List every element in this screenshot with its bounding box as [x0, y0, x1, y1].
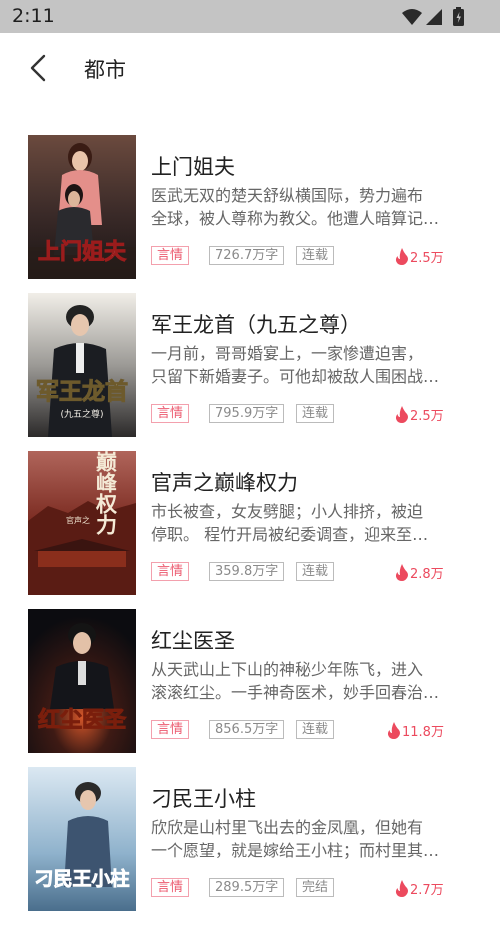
cover-title-text: 军王龙首 — [36, 378, 128, 405]
description-line: 从天武山上下山的神秘少年陈飞，进入 — [151, 660, 424, 679]
cover-subtitle-text: (九五之尊) — [60, 408, 103, 420]
popularity: 2.5万 — [395, 246, 444, 266]
status-tag: 连载 — [296, 720, 335, 739]
book-item[interactable]: 巅峰权力 官声之 官声之巅峰权力 市长被查，女友劈腿；小人排挤，被迫 停职。 程… — [0, 451, 500, 609]
book-cover[interactable]: 上门姐夫 — [28, 135, 136, 279]
book-cover[interactable]: 红尘医圣 — [28, 609, 136, 753]
book-description: 市长被查，女友劈腿；小人排挤，被迫 停职。 程竹开局被纪委调查，迎来至… — [151, 500, 471, 546]
popularity-count: 2.5万 — [410, 408, 444, 424]
genre-tag: 言情 — [151, 404, 190, 423]
genre-tag: 言情 — [151, 562, 190, 581]
book-cover[interactable]: 巅峰权力 官声之 — [28, 451, 136, 595]
book-item[interactable]: 红尘医圣 红尘医圣 从天武山上下山的神秘少年陈飞，进入 滚滚红尘。一手神奇医术，… — [0, 609, 500, 767]
description-line: 医武无双的楚天舒纵横国际，势力遍布 — [151, 186, 424, 205]
page-title: 都市 — [84, 58, 126, 82]
status-bar: 2:11 — [0, 0, 500, 33]
battery-icon — [453, 7, 464, 26]
app-header: 都市 — [0, 33, 500, 103]
status-tag: 完结 — [296, 878, 335, 897]
cover-title-text: 上门姐夫 — [38, 239, 127, 265]
popularity-count: 2.8万 — [410, 566, 444, 582]
book-cover[interactable]: 刁民王小柱 — [28, 767, 136, 911]
genre-tag: 言情 — [151, 720, 190, 739]
back-arrow-icon[interactable] — [22, 51, 56, 85]
genre-tag: 言情 — [151, 878, 190, 897]
book-description: 欣欣是山村里飞出去的金凤凰，但她有 一个愿望，就是嫁给王小柱；而村里其… — [151, 816, 471, 862]
cover-subtitle-text: 官声之 — [66, 515, 90, 525]
description-line: 滚滚红尘。一手神奇医术，妙手回春治… — [151, 683, 440, 702]
book-title: 刁民王小柱 — [151, 787, 256, 811]
description-line: 一月前，哥哥婚宴上，一家惨遭迫害， — [151, 344, 424, 363]
book-item[interactable]: 军王龙首 (九五之尊) 军王龙首（九五之尊） 一月前，哥哥婚宴上，一家惨遭迫害，… — [0, 293, 500, 451]
genre-tag: 言情 — [151, 246, 190, 265]
status-time: 2:11 — [12, 5, 55, 27]
word-count-tag: 289.5万字 — [209, 878, 285, 897]
book-item[interactable]: 刁民王小柱 刁民王小柱 欣欣是山村里飞出去的金凤凰，但她有 一个愿望，就是嫁给王… — [0, 767, 500, 925]
flame-icon — [395, 405, 408, 423]
book-description: 医武无双的楚天舒纵横国际，势力遍布 全球，被人尊称为教父。他遭人暗算记… — [151, 184, 471, 230]
signal-icon — [426, 9, 442, 25]
cover-title-text: 刁民王小柱 — [34, 867, 129, 890]
popularity-count: 11.8万 — [402, 724, 444, 740]
status-tag: 连载 — [296, 246, 335, 265]
popularity: 2.8万 — [395, 562, 444, 582]
word-count-tag: 856.5万字 — [209, 720, 285, 739]
description-line: 全球，被人尊称为教父。他遭人暗算记… — [151, 209, 440, 228]
cover-title-text: 红尘医圣 — [38, 707, 127, 733]
word-count-tag: 359.8万字 — [209, 562, 285, 581]
book-title: 红尘医圣 — [151, 629, 235, 653]
popularity: 11.8万 — [387, 720, 444, 740]
description-line: 停职。 程竹开局被纪委调查，迎来至… — [151, 525, 429, 544]
flame-icon — [395, 563, 408, 581]
popularity-count: 2.5万 — [410, 250, 444, 266]
flame-icon — [387, 721, 400, 739]
word-count-tag: 726.7万字 — [209, 246, 285, 265]
book-item[interactable]: 上门姐夫 上门姐夫 医武无双的楚天舒纵横国际，势力遍布 全球，被人尊称为教父。他… — [0, 135, 500, 293]
flame-icon — [395, 247, 408, 265]
description-line: 一个愿望，就是嫁给王小柱；而村里其… — [151, 841, 440, 860]
status-icons — [402, 7, 464, 26]
book-cover[interactable]: 军王龙首 (九五之尊) — [28, 293, 136, 437]
flame-icon — [395, 879, 408, 897]
cover-title-text: 巅峰权力 — [94, 451, 119, 536]
status-tag: 连载 — [296, 404, 335, 423]
popularity-count: 2.7万 — [410, 882, 444, 898]
book-title: 上门姐夫 — [151, 155, 235, 179]
description-line: 欣欣是山村里飞出去的金凤凰，但她有 — [151, 818, 424, 837]
book-title: 军王龙首（九五之尊） — [151, 313, 361, 337]
description-line: 市长被查，女友劈腿；小人排挤，被迫 — [151, 502, 424, 521]
book-title: 官声之巅峰权力 — [151, 471, 298, 495]
popularity: 2.5万 — [395, 404, 444, 424]
popularity: 2.7万 — [395, 878, 444, 898]
word-count-tag: 795.9万字 — [209, 404, 285, 423]
book-description: 一月前，哥哥婚宴上，一家惨遭迫害， 只留下新婚妻子。可他却被敌人围困战… — [151, 342, 471, 388]
description-line: 只留下新婚妻子。可他却被敌人围困战… — [151, 367, 440, 386]
status-tag: 连载 — [296, 562, 335, 581]
wifi-icon — [402, 9, 422, 25]
book-description: 从天武山上下山的神秘少年陈飞，进入 滚滚红尘。一手神奇医术，妙手回春治… — [151, 658, 471, 704]
